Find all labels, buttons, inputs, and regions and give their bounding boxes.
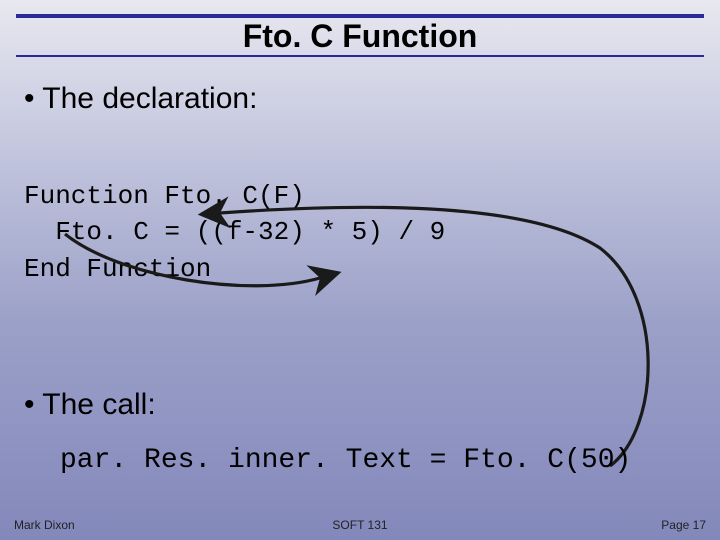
code-decl-line3: End Function	[24, 254, 211, 284]
footer-course: SOFT 131	[0, 518, 720, 532]
code-declaration: Function Fto. C(F) Fto. C = ((f-32) * 5)…	[24, 178, 445, 287]
code-decl-line2: Fto. C = ((f-32) * 5) / 9	[24, 217, 445, 247]
slide: Fto. C Function • The declaration: Funct…	[0, 0, 720, 540]
code-call: par. Res. inner. Text = Fto. C(50)	[60, 445, 631, 476]
bullet-declaration: • The declaration:	[24, 82, 257, 116]
bullet-call: • The call:	[24, 388, 156, 422]
title-rule-bottom	[16, 55, 704, 57]
code-decl-line1: Function Fto. C(F)	[24, 181, 305, 211]
slide-title: Fto. C Function	[0, 18, 720, 55]
footer-page: Page 17	[661, 518, 706, 532]
